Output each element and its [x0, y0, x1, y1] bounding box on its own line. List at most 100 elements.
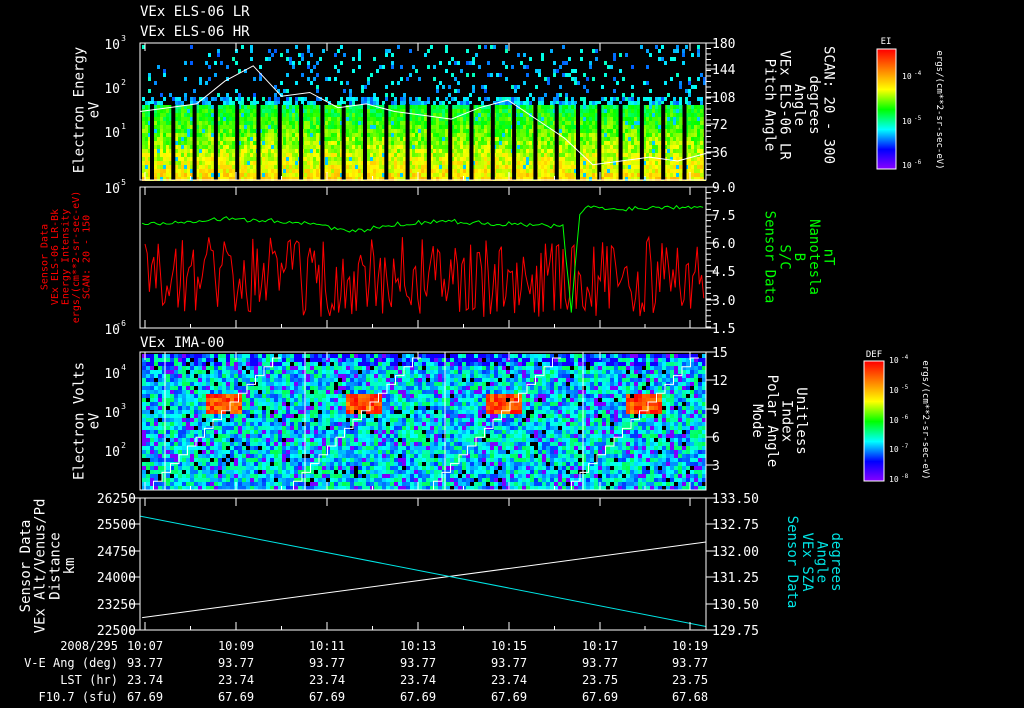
els-cell: [460, 145, 463, 149]
ima-cell: [154, 470, 158, 474]
ima-cell: [198, 418, 202, 422]
els-cell: [403, 133, 406, 137]
els-cell: [484, 109, 487, 113]
els-cell: [484, 153, 487, 157]
els-cell: [595, 57, 598, 61]
els-cell: [478, 145, 481, 149]
els-cell: [265, 173, 268, 177]
els-cell: [370, 113, 373, 117]
els-cell: [307, 149, 310, 153]
els-cell: [613, 97, 616, 101]
els-cell: [445, 49, 448, 53]
els-cell: [601, 141, 604, 145]
els-cell: [241, 153, 244, 157]
els-cell: [694, 145, 697, 149]
els-cell: [157, 137, 160, 141]
els-cell: [484, 169, 487, 173]
els-cell: [163, 73, 166, 77]
ima-cell: [182, 410, 186, 414]
els-cell: [655, 137, 658, 141]
ima-gap: [194, 386, 198, 390]
els-cell: [454, 105, 457, 109]
els-cell: [619, 69, 622, 73]
els-cell: [310, 109, 313, 113]
els-cell: [223, 141, 226, 145]
els-cell: [589, 173, 592, 177]
els-cell: [349, 125, 352, 129]
els-cell: [421, 157, 424, 161]
els-cell: [379, 121, 382, 125]
els-cell: [439, 173, 442, 177]
els-cell: [697, 165, 700, 169]
els-cell: [424, 149, 427, 153]
ima-cell: [166, 394, 170, 398]
els-cell: [292, 105, 295, 109]
els-cell: [412, 137, 415, 141]
els-cell: [289, 125, 292, 129]
els-cell: [517, 149, 520, 153]
els-cell: [418, 109, 421, 113]
els-cell: [220, 129, 223, 133]
els-cell: [637, 137, 640, 141]
els-cell: [205, 81, 208, 85]
els-cell: [265, 165, 268, 169]
els-cell: [292, 153, 295, 157]
els-cell: [631, 85, 634, 89]
els-cell: [541, 145, 544, 149]
els-cell: [229, 161, 232, 165]
els-cell: [388, 157, 391, 161]
els-cell: [676, 49, 679, 53]
ima-cell: [154, 354, 158, 358]
els-cell: [487, 145, 490, 149]
els-cell: [421, 125, 424, 129]
els-cell: [568, 125, 571, 129]
els-cell: [526, 65, 529, 69]
els-cell: [394, 157, 397, 161]
els-cell: [202, 125, 205, 129]
els-cell: [223, 161, 226, 165]
ima-cell: [154, 434, 158, 438]
els-cell: [628, 101, 631, 105]
els-cell: [628, 173, 631, 177]
els-cell: [487, 133, 490, 137]
els-cell: [229, 121, 232, 125]
els-cell: [607, 133, 610, 137]
els-cell: [571, 149, 574, 153]
els-cell: [226, 93, 229, 97]
els-cell: [163, 161, 166, 165]
els-cell: [499, 129, 502, 133]
els-cell: [265, 109, 268, 113]
ytick-exp: -6: [116, 319, 126, 328]
els-cell: [475, 113, 478, 117]
els-cell: [358, 65, 361, 69]
ima-cell: [194, 470, 198, 474]
els-cell: [247, 157, 250, 161]
els-cell: [529, 117, 532, 121]
els-cell: [229, 109, 232, 113]
els-cell: [292, 133, 295, 137]
els-cell: [610, 173, 613, 177]
ima-cell: [154, 450, 158, 454]
ima-cell: [166, 358, 170, 362]
ima-cell: [174, 398, 178, 402]
els-cell: [400, 65, 403, 69]
els-cell: [424, 173, 427, 177]
els-cell: [253, 141, 256, 145]
ima-cell: [194, 366, 198, 370]
els-cell: [568, 101, 571, 105]
els-cell: [673, 129, 676, 133]
els-cell: [220, 173, 223, 177]
els-cell: [517, 109, 520, 113]
els-cell: [613, 117, 616, 121]
els-cell: [376, 137, 379, 141]
els-cell: [460, 157, 463, 161]
els-cell: [337, 157, 340, 161]
els-cell: [670, 141, 673, 145]
els-cell: [253, 121, 256, 125]
els-cell: [484, 157, 487, 161]
els-cell: [433, 133, 436, 137]
els-cell: [283, 105, 286, 109]
els-cell: [337, 101, 340, 105]
els-cell: [166, 113, 169, 117]
els-ylabel-line: Electron Energy: [72, 47, 88, 173]
